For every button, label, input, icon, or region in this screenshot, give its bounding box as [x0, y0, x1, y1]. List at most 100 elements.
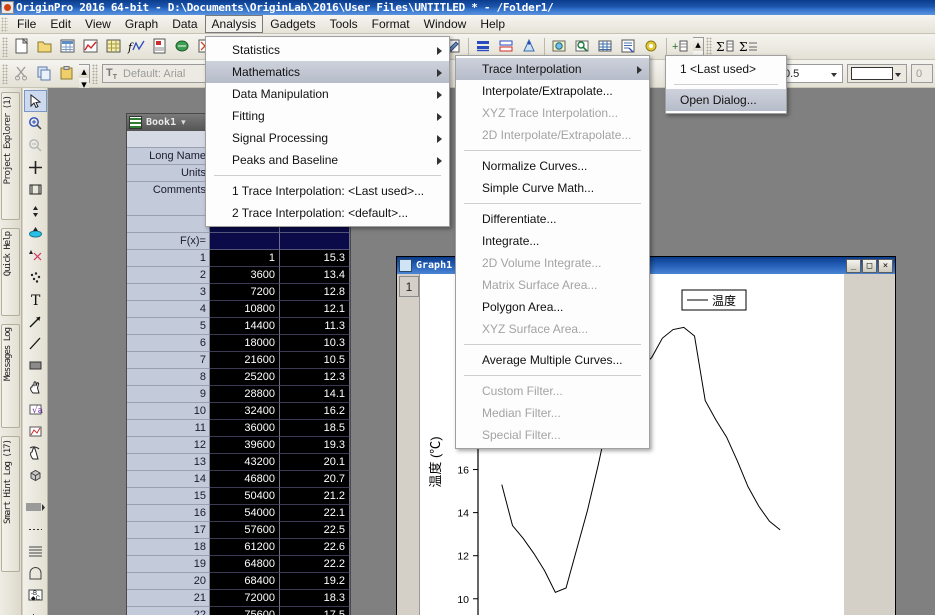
table-row[interactable]: 13 43200 20.1 — [127, 454, 350, 471]
paste-icon[interactable] — [57, 63, 78, 84]
cell-x[interactable]: 61200 — [210, 539, 280, 556]
table-row[interactable]: 4 10800 12.1 — [127, 301, 350, 318]
cell-x[interactable]: 46800 — [210, 471, 280, 488]
cell-x[interactable]: 54000 — [210, 505, 280, 522]
row-number[interactable]: 10 — [127, 403, 210, 420]
cell-y[interactable]: 12.1 — [280, 301, 350, 318]
new-graph-icon[interactable] — [80, 36, 101, 57]
cell-y[interactable]: 22.1 — [280, 505, 350, 522]
cell-y[interactable]: 20.7 — [280, 471, 350, 488]
pointer-tool-icon[interactable] — [23, 90, 47, 112]
sigma-column-icon[interactable]: Σ — [715, 36, 736, 57]
cell-x[interactable]: 14400 — [210, 318, 280, 335]
row-number[interactable]: 4 — [127, 301, 210, 318]
graph-window-buttons[interactable]: _ □ × — [846, 258, 895, 273]
menu-view[interactable]: View — [78, 15, 118, 33]
copy-icon[interactable] — [34, 63, 55, 84]
menubar-grip[interactable] — [1, 16, 8, 32]
row-number[interactable]: 13 — [127, 454, 210, 471]
cell-x[interactable]: 28800 — [210, 386, 280, 403]
workbook-menu-icon[interactable]: ▾ — [181, 117, 186, 128]
table-row[interactable]: 15 50400 21.2 — [127, 488, 350, 505]
row-number[interactable]: 7 — [127, 352, 210, 369]
cell-x[interactable]: 68400 — [210, 573, 280, 590]
worksheet-fx-row[interactable]: F(x)= — [127, 233, 350, 250]
toolbar-grip[interactable] — [2, 63, 8, 84]
table-row[interactable]: 11 36000 18.5 — [127, 420, 350, 437]
menu-item-integrate[interactable]: Integrate... — [456, 230, 649, 252]
worksheet-corner-cell[interactable] — [127, 131, 210, 148]
cell-x[interactable]: 43200 — [210, 454, 280, 471]
menu-item-polygon-area[interactable]: Polygon Area... — [456, 296, 649, 318]
cell-y[interactable]: 12.8 — [280, 284, 350, 301]
table-row[interactable]: 14 46800 20.7 — [127, 471, 350, 488]
text-tool-icon[interactable]: T — [24, 288, 47, 310]
row-number[interactable]: 20 — [127, 573, 210, 590]
cell-x[interactable]: 18000 — [210, 335, 280, 352]
sidebar-tab-quick-help[interactable]: Quick Help — [1, 228, 20, 316]
menu-item-fitting[interactable]: Fitting — [206, 105, 449, 127]
table-row[interactable]: 8 25200 12.3 — [127, 369, 350, 386]
table-row[interactable]: 17 57600 22.5 — [127, 522, 350, 539]
row-number[interactable]: 3 — [127, 284, 210, 301]
extract-graph-icon[interactable] — [496, 36, 517, 57]
cell-x[interactable]: 3600 — [210, 267, 280, 284]
menu-item-mathematics[interactable]: Mathematics — [206, 61, 449, 83]
table-row[interactable]: 21 72000 18.3 — [127, 590, 350, 607]
cell-x[interactable]: 7200 — [210, 284, 280, 301]
color-combo[interactable] — [847, 64, 907, 83]
table-row[interactable]: 2 3600 13.4 — [127, 267, 350, 284]
cell-x[interactable]: 39600 — [210, 437, 280, 454]
menu-item-differentiate[interactable]: Differentiate... — [456, 208, 649, 230]
chevron-down-icon[interactable] — [891, 68, 904, 81]
clone-icon[interactable] — [172, 36, 193, 57]
new-workbook-icon[interactable] — [57, 36, 78, 57]
table-row[interactable]: 5 14400 11.3 — [127, 318, 350, 335]
cell-y[interactable]: 17.5 — [280, 607, 350, 615]
new-project-icon[interactable] — [11, 36, 32, 57]
trace-interpolation-submenu[interactable]: 1 <Last used> Open Dialog... — [665, 55, 787, 114]
cell-x[interactable]: 32400 — [210, 403, 280, 420]
menu-item-trace-interpolation[interactable]: Trace Interpolation — [456, 58, 649, 80]
arch-shape-icon[interactable] — [24, 562, 47, 584]
cell-y[interactable]: 13.4 — [280, 267, 350, 284]
cell-x[interactable]: 64800 — [210, 556, 280, 573]
toolbar-grip[interactable] — [92, 63, 98, 84]
table-row[interactable]: 20 68400 19.2 — [127, 573, 350, 590]
menu-window[interactable]: Window — [417, 15, 474, 33]
pan-tool-icon[interactable] — [24, 376, 47, 398]
row-number[interactable]: 14 — [127, 471, 210, 488]
row-number[interactable]: 9 — [127, 386, 210, 403]
row-number[interactable]: 8 — [127, 369, 210, 386]
cell-y[interactable]: 11.3 — [280, 318, 350, 335]
fx-cell-b[interactable] — [280, 233, 350, 250]
menu-data[interactable]: Data — [165, 15, 204, 33]
layout-icon[interactable] — [519, 36, 540, 57]
row-number[interactable]: 15 — [127, 488, 210, 505]
asterisk-icon[interactable]: * — [24, 606, 47, 615]
screen-reader-icon[interactable] — [572, 36, 593, 57]
worksheet-data-rows[interactable]: 1 1 15.3 2 3600 13.4 3 7200 12.8 4 10800 12.1 5 14400… — [127, 250, 350, 615]
toolbar-grip[interactable] — [2, 36, 8, 57]
menu-help[interactable]: Help — [473, 15, 512, 33]
fx-cell-a[interactable] — [210, 233, 280, 250]
layer-spinner[interactable]: ▴▾ — [693, 37, 704, 64]
toolbar-grip[interactable] — [706, 36, 712, 57]
import-data-icon[interactable] — [149, 36, 170, 57]
cell-y[interactable]: 19.3 — [280, 437, 350, 454]
cube-tool-icon[interactable] — [24, 464, 47, 486]
equation-tool-icon[interactable]: √a — [24, 398, 47, 420]
add-layer-icon[interactable]: + — [671, 36, 692, 57]
menu-edit[interactable]: Edit — [43, 15, 78, 33]
table-row[interactable]: 19 64800 22.2 — [127, 556, 350, 573]
cell-y[interactable]: 22.5 — [280, 522, 350, 539]
cell-x[interactable]: 50400 — [210, 488, 280, 505]
table-row[interactable]: 1 1 15.3 — [127, 250, 350, 267]
row-number[interactable]: 18 — [127, 539, 210, 556]
zoom-in-tool-icon[interactable] — [24, 112, 47, 134]
row-number[interactable]: 21 — [127, 590, 210, 607]
row-number[interactable]: 17 — [127, 522, 210, 539]
cell-y[interactable]: 10.5 — [280, 352, 350, 369]
sidebar-tab-messages-log[interactable]: Messages Log — [1, 324, 20, 428]
menu-item-simple-curve-math[interactable]: Simple Curve Math... — [456, 177, 649, 199]
